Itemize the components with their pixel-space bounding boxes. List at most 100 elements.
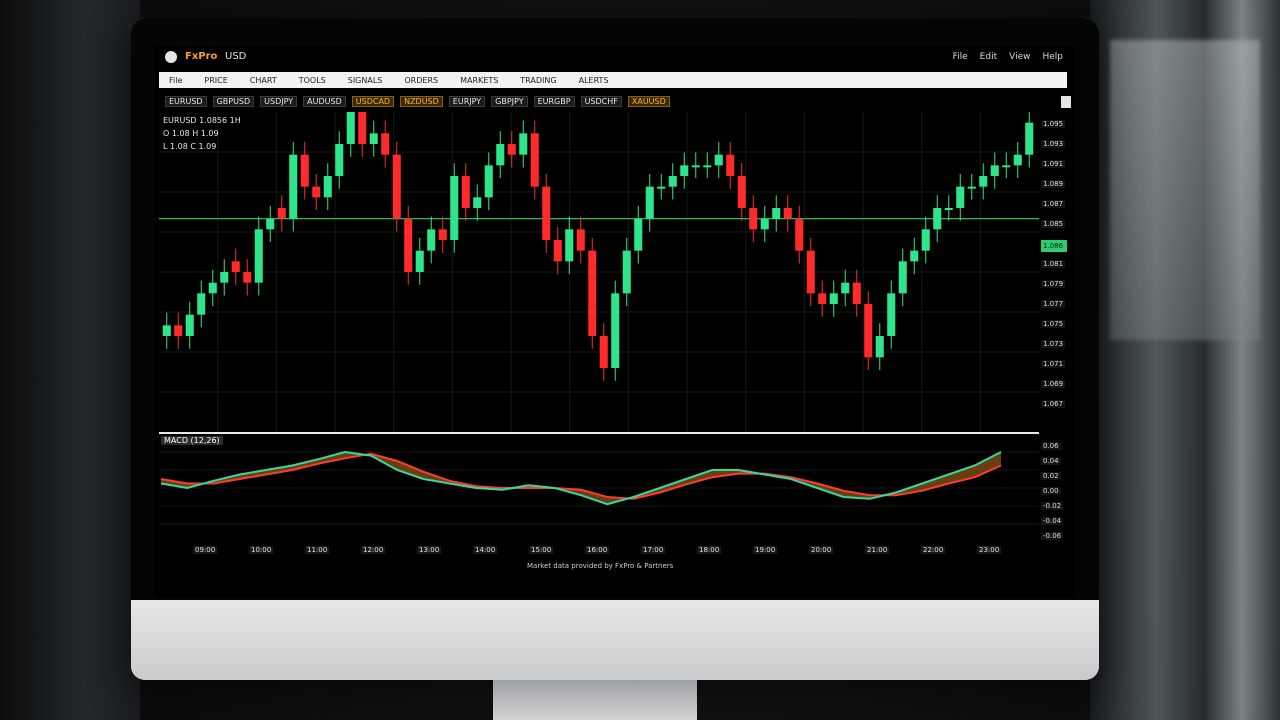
menu-item[interactable]: PRICE	[204, 76, 227, 85]
candle-body[interactable]	[346, 112, 355, 144]
candle-body[interactable]	[933, 208, 942, 230]
candle-body[interactable]	[829, 293, 838, 304]
candle-body[interactable]	[542, 186, 551, 240]
candle-body[interactable]	[887, 293, 896, 336]
ticker-item[interactable]: EURJPY	[448, 95, 486, 107]
menu-item[interactable]: File	[169, 76, 182, 85]
candle-body[interactable]	[473, 197, 482, 208]
candle-body[interactable]	[404, 218, 413, 272]
candle-body[interactable]	[668, 176, 677, 187]
candle-body[interactable]	[1002, 165, 1011, 168]
candle-body[interactable]	[438, 229, 447, 240]
candle-body[interactable]	[990, 165, 999, 176]
menu-item[interactable]: CHART	[250, 76, 277, 85]
candle-body[interactable]	[703, 165, 712, 168]
menu-item[interactable]: ALERTS	[579, 76, 609, 85]
ticker-item[interactable]: USDCAD	[351, 95, 395, 107]
candle-body[interactable]	[841, 282, 850, 294]
candle-body[interactable]	[726, 154, 735, 176]
candle-body[interactable]	[588, 250, 597, 336]
candle-body[interactable]	[737, 176, 746, 208]
candle-body[interactable]	[530, 133, 539, 187]
candle-body[interactable]	[519, 133, 528, 155]
price-chart[interactable]	[159, 112, 1039, 432]
candle-body[interactable]	[611, 293, 620, 368]
candle-body[interactable]	[289, 154, 298, 219]
candle-body[interactable]	[162, 325, 171, 336]
candle-body[interactable]	[484, 165, 493, 198]
candle-body[interactable]	[576, 229, 585, 251]
ticker-item[interactable]: GBPJPY	[491, 95, 528, 107]
candle-body[interactable]	[864, 304, 873, 358]
candle-body[interactable]	[277, 208, 286, 219]
candle-body[interactable]	[795, 218, 804, 251]
candle-body[interactable]	[231, 261, 240, 272]
ticker-item[interactable]: GBPUSD	[212, 95, 255, 107]
candle-body[interactable]	[185, 314, 194, 336]
panel-toggle-button[interactable]	[1061, 96, 1071, 108]
candle-body[interactable]	[979, 176, 988, 187]
candle-body[interactable]	[921, 229, 930, 251]
candle-body[interactable]	[507, 144, 516, 155]
candle-body[interactable]	[680, 165, 689, 176]
candle-body[interactable]	[427, 229, 436, 251]
candle-body[interactable]	[496, 144, 505, 166]
candle-body[interactable]	[323, 176, 332, 198]
ticker-item[interactable]: USDJPY	[260, 95, 298, 107]
candle-body[interactable]	[1013, 154, 1022, 166]
candle-body[interactable]	[714, 154, 723, 166]
candle-body[interactable]	[760, 218, 769, 230]
candle-body[interactable]	[634, 218, 643, 251]
candle-body[interactable]	[944, 208, 953, 210]
candle-body[interactable]	[174, 325, 183, 336]
candle-body[interactable]	[645, 186, 654, 219]
window-control-3[interactable]: View	[1009, 52, 1030, 62]
ticker-item[interactable]: EURGBP	[533, 95, 575, 107]
candle-body[interactable]	[369, 133, 378, 144]
candle-body[interactable]	[553, 240, 562, 262]
menu-item[interactable]: MARKETS	[460, 76, 498, 85]
ticker-item[interactable]: EURUSD	[165, 95, 207, 107]
menu-item[interactable]: TRADING	[520, 76, 556, 85]
candle-body[interactable]	[300, 154, 309, 187]
candle-body[interactable]	[852, 282, 861, 304]
candle-body[interactable]	[450, 176, 459, 240]
candle-body[interactable]	[657, 186, 666, 189]
candle-body[interactable]	[565, 229, 574, 262]
oscillator-chart[interactable]	[159, 434, 1039, 542]
candle-body[interactable]	[461, 176, 470, 208]
candle-body[interactable]	[266, 218, 275, 230]
candle-body[interactable]	[358, 112, 367, 144]
candle-body[interactable]	[783, 208, 792, 219]
menu-item[interactable]: SIGNALS	[348, 76, 383, 85]
candle-body[interactable]	[910, 250, 919, 262]
ticker-item[interactable]: XAUUSD	[627, 95, 670, 107]
candle-body[interactable]	[197, 293, 206, 315]
candle-body[interactable]	[956, 186, 965, 208]
candle-body[interactable]	[772, 208, 781, 219]
candle-body[interactable]	[967, 186, 976, 189]
ticker-item[interactable]: NZDUSD	[400, 95, 443, 107]
window-control-2[interactable]: Edit	[980, 52, 997, 62]
menu-item[interactable]: TOOLS	[299, 76, 326, 85]
ticker-item[interactable]: USDCHF	[580, 95, 622, 107]
candle-body[interactable]	[312, 186, 321, 198]
candle-body[interactable]	[622, 250, 631, 294]
candle-body[interactable]	[749, 208, 758, 230]
candle-body[interactable]	[254, 229, 263, 283]
candle-body[interactable]	[898, 261, 907, 294]
window-control-4[interactable]: Help	[1042, 52, 1063, 62]
candle-body[interactable]	[818, 293, 827, 304]
candle-body[interactable]	[243, 272, 252, 283]
candle-body[interactable]	[806, 250, 815, 294]
window-control-1[interactable]: File	[953, 52, 968, 62]
ticker-item[interactable]: AUDUSD	[303, 95, 346, 107]
candle-body[interactable]	[381, 133, 390, 155]
candle-body[interactable]	[415, 250, 424, 272]
candle-body[interactable]	[208, 282, 217, 294]
candle-body[interactable]	[691, 165, 700, 168]
candle-body[interactable]	[392, 154, 401, 219]
candle-body[interactable]	[220, 272, 229, 283]
menu-item[interactable]: ORDERS	[404, 76, 438, 85]
candle-body[interactable]	[599, 336, 608, 368]
